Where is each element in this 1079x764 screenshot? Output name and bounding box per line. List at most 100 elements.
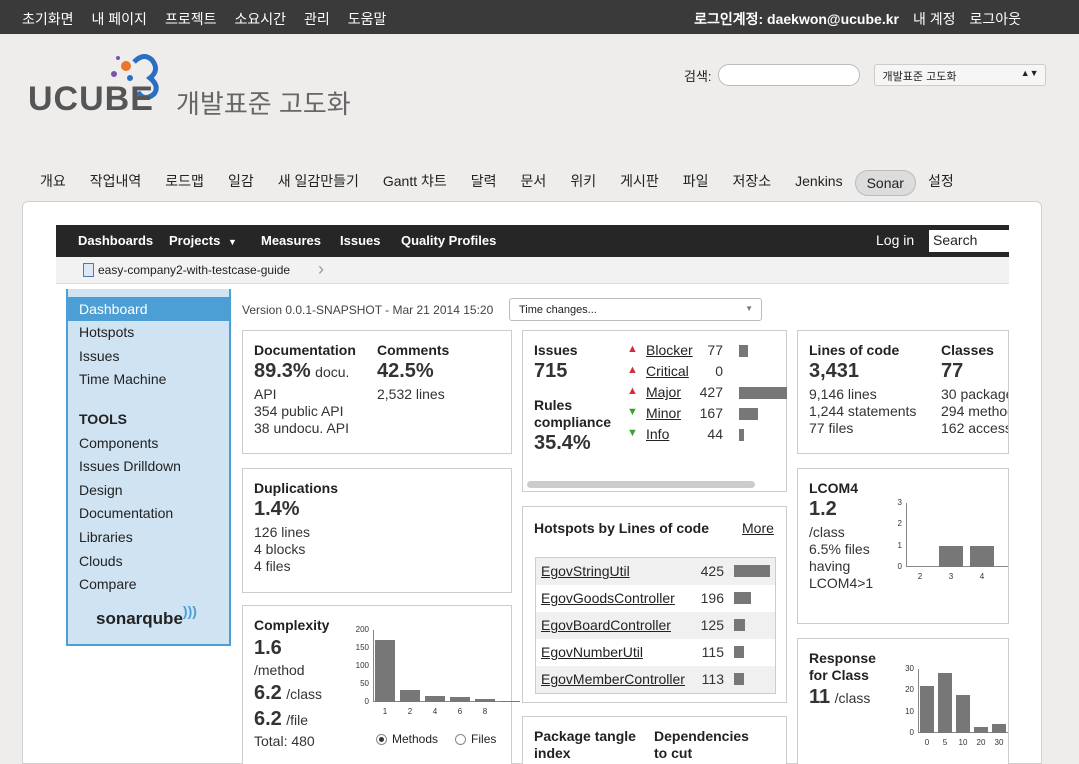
severity-minor-link[interactable]: Minor	[646, 405, 681, 421]
menu-tab-12[interactable]: Jenkins	[783, 170, 854, 196]
chart-bar[interactable]	[500, 701, 520, 702]
chart-bar[interactable]	[400, 690, 420, 702]
chart-bar[interactable]	[970, 546, 994, 567]
severity-count[interactable]: 44	[695, 426, 723, 442]
sidebar-item-timemachine[interactable]: Time Machine	[79, 371, 166, 387]
menu-tab-6[interactable]: 달력	[459, 170, 509, 196]
chart-bar[interactable]	[920, 686, 934, 733]
hotspot-link[interactable]: EgovBoardController	[541, 617, 671, 633]
rfc-value[interactable]: 11	[809, 686, 830, 708]
severity-count[interactable]: 0	[695, 363, 723, 379]
chart-bar[interactable]	[938, 673, 952, 733]
menu-tab-1[interactable]: 작업내역	[78, 170, 154, 196]
sidebar-item-dashboard[interactable]: Dashboard	[68, 297, 229, 321]
severity-blocker-icon: ▲	[627, 343, 638, 355]
chart-bar[interactable]	[375, 640, 395, 702]
hotspots-more-link[interactable]: More	[742, 520, 774, 536]
top-link-projects[interactable]: 프로젝트	[165, 9, 217, 29]
radio-files[interactable]	[455, 733, 467, 745]
loc-value[interactable]: 3,431	[809, 360, 859, 383]
sidebar-item-compare[interactable]: Compare	[79, 576, 137, 592]
nav-quality-profiles[interactable]: Quality Profiles	[401, 233, 496, 248]
classes-value[interactable]: 77	[941, 360, 963, 383]
chart-bar[interactable]	[956, 695, 970, 733]
sidebar-item-hotspots[interactable]: Hotspots	[79, 324, 134, 340]
dup-blocks[interactable]: 4 blocks	[254, 541, 305, 557]
nav-issues[interactable]: Issues	[340, 233, 380, 248]
loc-files: 77 files	[809, 420, 854, 436]
severity-info-link[interactable]: Info	[646, 426, 669, 442]
menu-tab-2[interactable]: 로드맵	[153, 170, 216, 196]
sonar-search-input[interactable]: Search	[929, 230, 1009, 252]
doc-undoc[interactable]: 38 undocu. API	[254, 420, 349, 436]
sidebar-item-components[interactable]: Components	[79, 435, 158, 451]
chart-bar[interactable]	[425, 696, 445, 702]
menu-tab-13[interactable]: Sonar	[854, 170, 916, 196]
severity-count[interactable]: 167	[695, 405, 723, 421]
menu-tab-11[interactable]: 저장소	[720, 170, 783, 196]
top-link-myaccount[interactable]: 내 계정	[913, 9, 956, 29]
complexity-file-value[interactable]: 6.2	[254, 708, 282, 730]
chart-bar[interactable]	[939, 546, 963, 567]
sidebar-item-design[interactable]: Design	[79, 482, 123, 498]
menu-tab-3[interactable]: 일감	[216, 170, 266, 196]
lcom-value[interactable]: 1.2	[809, 498, 837, 521]
nav-dashboards[interactable]: Dashboards	[78, 233, 153, 248]
doc-value[interactable]: 89.3%	[254, 360, 311, 382]
doc-public[interactable]: 354 public API	[254, 403, 344, 419]
chart-bar[interactable]	[475, 699, 495, 702]
sidebar-item-drilldown[interactable]: Issues Drilldown	[79, 458, 181, 474]
menu-tab-4[interactable]: 새 일감만들기	[266, 170, 371, 196]
logged-user-link[interactable]: daekwon@ucube.kr	[767, 11, 899, 27]
severity-critical-link[interactable]: Critical	[646, 363, 689, 379]
severity-count[interactable]: 77	[695, 342, 723, 358]
top-link-admin[interactable]: 관리	[304, 9, 330, 29]
nav-login[interactable]: Log in	[876, 232, 914, 248]
severity-major-link[interactable]: Major	[646, 384, 681, 400]
lcom-pct[interactable]: 6.5% files	[809, 541, 870, 557]
nav-projects[interactable]: Projects ▼	[169, 233, 237, 248]
comments-lines[interactable]: 2,532 lines	[377, 386, 445, 402]
project-jump-select[interactable]: 개발표준 고도화 ▲▼	[873, 64, 1046, 86]
radio-methods[interactable]	[376, 733, 387, 745]
issues-value[interactable]: 715	[534, 360, 567, 383]
chart-bar[interactable]	[992, 724, 1006, 733]
top-link-logout[interactable]: 로그아웃	[969, 9, 1021, 29]
time-changes-select[interactable]: Time changes... ▼	[509, 298, 762, 321]
top-link-timelog[interactable]: 소요시간	[234, 9, 286, 29]
project-title: 개발표준 고도화	[176, 89, 351, 119]
dup-lines[interactable]: 126 lines	[254, 524, 310, 540]
top-link-mypage[interactable]: 내 페이지	[92, 9, 147, 29]
hotspot-link[interactable]: EgovStringUtil	[541, 563, 630, 579]
sidebar-item-documentation[interactable]: Documentation	[79, 505, 173, 521]
severity-count[interactable]: 427	[695, 384, 723, 400]
search-input[interactable]	[717, 64, 860, 86]
menu-tab-7[interactable]: 문서	[509, 170, 559, 196]
hotspot-link[interactable]: EgovGoodsController	[541, 590, 675, 606]
severity-blocker-link[interactable]: Blocker	[646, 342, 693, 358]
hotspot-link[interactable]: EgovMemberController	[541, 671, 685, 687]
sidebar-item-clouds[interactable]: Clouds	[79, 553, 123, 569]
breadcrumb-project[interactable]: easy-company2-with-testcase-guide	[98, 263, 290, 277]
menu-tab-5[interactable]: Gantt 챠트	[371, 170, 459, 196]
comments-value[interactable]: 42.5%	[377, 360, 434, 383]
nav-measures[interactable]: Measures	[261, 233, 321, 248]
top-link-help[interactable]: 도움말	[348, 9, 387, 29]
sidebar-item-issues[interactable]: Issues	[79, 348, 119, 364]
top-link-home[interactable]: 초기화면	[22, 9, 74, 29]
sidebar-item-libraries[interactable]: Libraries	[79, 529, 133, 545]
menu-tab-0[interactable]: 개요	[40, 170, 78, 196]
menu-tab-9[interactable]: 게시판	[608, 170, 671, 196]
horizontal-scrollbar[interactable]	[527, 481, 755, 488]
compliance-value[interactable]: 35.4%	[534, 432, 591, 455]
menu-tab-14[interactable]: 설정	[916, 170, 966, 196]
hotspot-link[interactable]: EgovNumberUtil	[541, 644, 643, 660]
dup-files[interactable]: 4 files	[254, 558, 291, 574]
menu-tab-10[interactable]: 파일	[671, 170, 721, 196]
menu-tab-8[interactable]: 위키	[558, 170, 608, 196]
dup-value[interactable]: 1.4%	[254, 498, 300, 521]
chart-bar[interactable]	[450, 697, 470, 702]
complexity-class-value[interactable]: 6.2	[254, 682, 282, 704]
complexity-method-value[interactable]: 1.6	[254, 637, 282, 660]
chart-bar[interactable]	[974, 727, 988, 733]
